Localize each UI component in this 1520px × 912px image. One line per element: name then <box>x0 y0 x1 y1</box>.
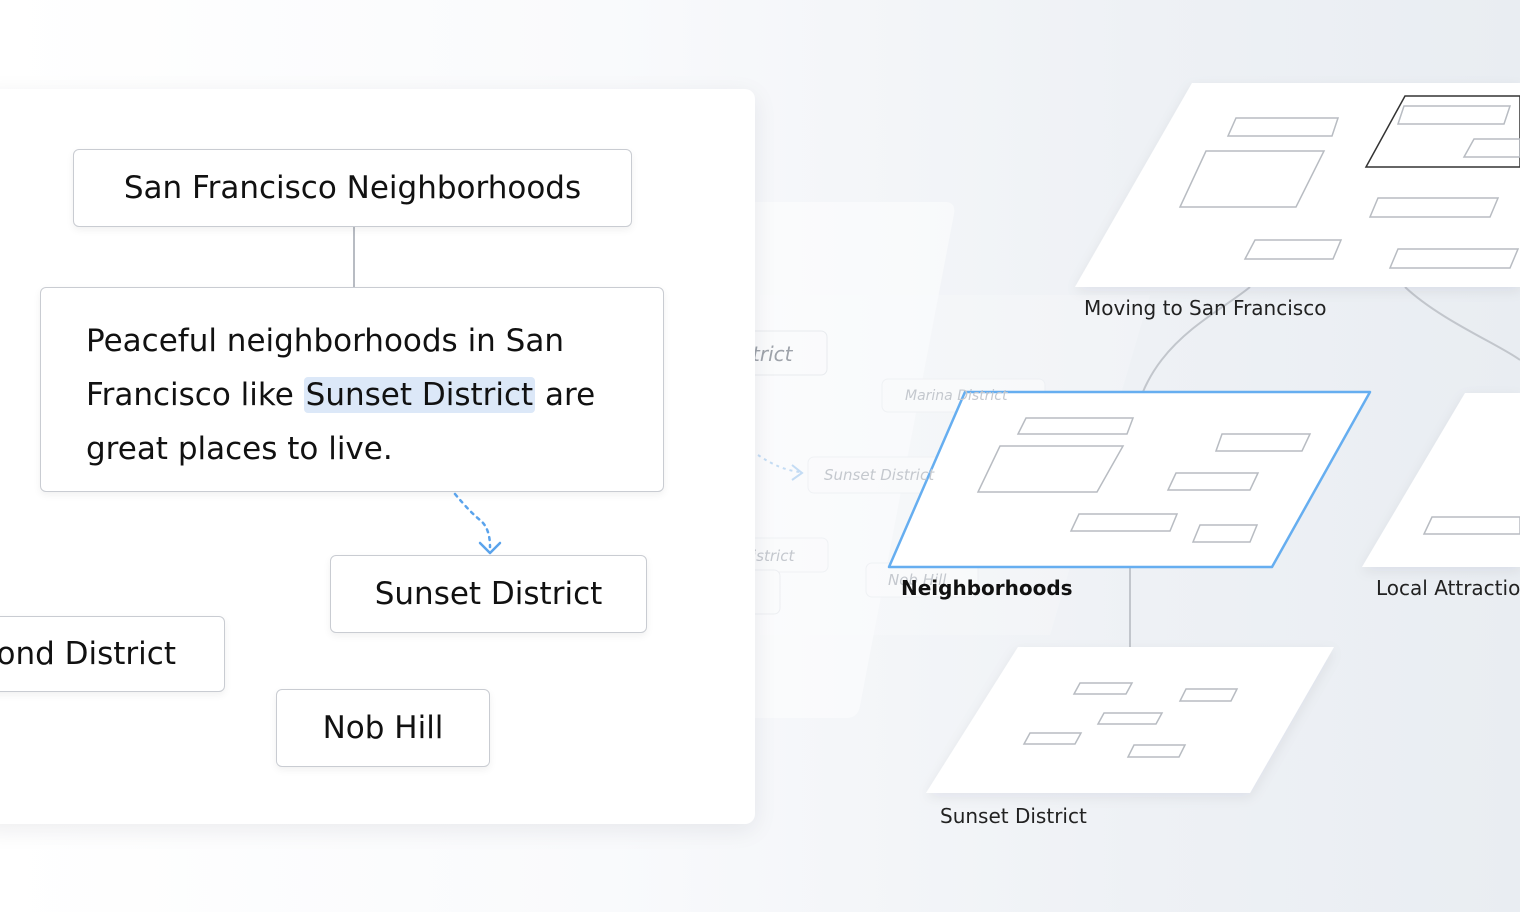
node-sunset-district[interactable]: Sunset District <box>330 555 647 633</box>
highlighted-link[interactable]: Sunset District <box>303 377 536 413</box>
ghost-label: trict <box>752 342 793 366</box>
node-richmond-district[interactable]: ond District <box>0 616 225 692</box>
ghost-label: Sunset District <box>824 466 935 484</box>
note-text: great places to live. <box>86 431 393 467</box>
map-plane-sunset-district[interactable] <box>926 647 1334 793</box>
map-plane-local-attractions[interactable] <box>1362 393 1520 567</box>
map-plane-top[interactable] <box>1075 83 1520 287</box>
node-nob-hill[interactable]: Nob Hill <box>276 689 490 767</box>
note-text: Peaceful neighborhoods in San <box>86 323 565 359</box>
plane-label-top: Moving to San Francisco <box>1084 296 1327 320</box>
plane-label-sunset-district: Sunset District <box>940 804 1087 828</box>
note-text: are <box>535 377 596 413</box>
plane-label-local-attractions: Local Attractio <box>1376 576 1520 600</box>
plane-label-neighborhoods: Neighborhoods <box>901 576 1073 600</box>
ghost-label: istrict <box>752 547 795 565</box>
note-card[interactable]: Peaceful neighborhoods in San Francisco … <box>40 287 664 492</box>
node-connector <box>353 226 355 288</box>
note-text: Francisco like <box>86 377 304 413</box>
node-san-francisco-neighborhoods[interactable]: San Francisco Neighborhoods <box>73 149 632 227</box>
ghost-label: Marina District <box>905 388 1008 404</box>
